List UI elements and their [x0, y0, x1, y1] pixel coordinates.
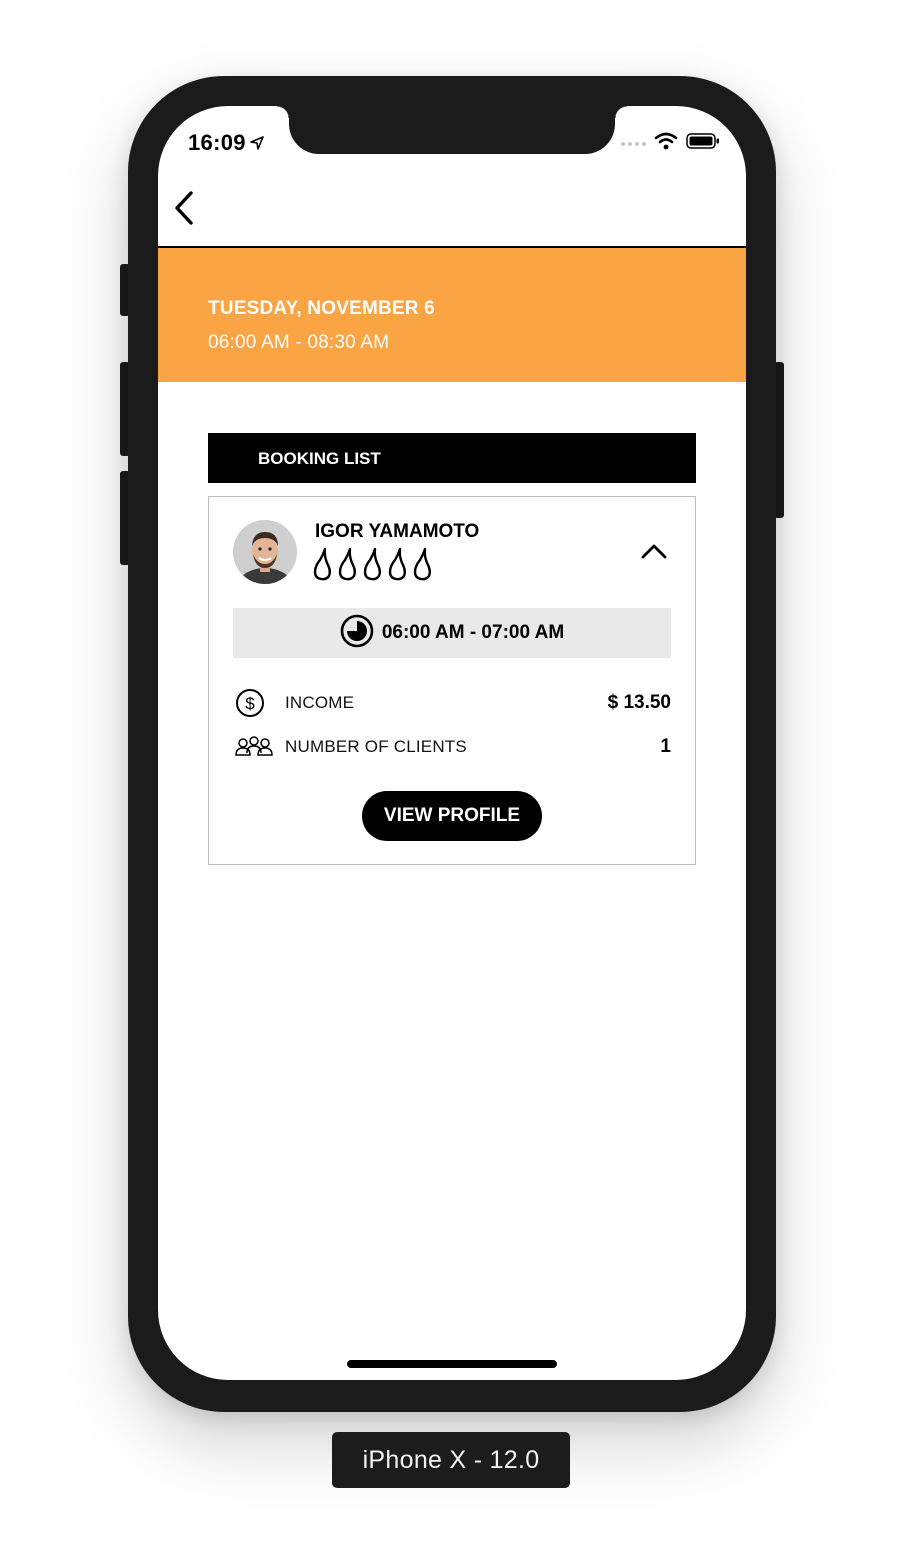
booking-list-title: BOOKING LIST [258, 449, 381, 468]
view-profile-button[interactable]: VIEW PROFILE [362, 791, 542, 841]
client-rating [313, 547, 432, 586]
svg-text:$: $ [245, 694, 255, 713]
time-slot-text: 06:00 AM - 07:00 AM [381, 622, 565, 643]
cellular-signal-icon [621, 141, 646, 146]
back-button[interactable] [166, 190, 202, 230]
booking-card: IGOR YAMAMOTO 06:00 AM - 07:00 AM $ INCO… [208, 496, 696, 865]
clients-value: 1 [660, 736, 671, 757]
drop-icon [388, 547, 407, 586]
income-row: $ INCOME $ 13.50 [235, 688, 671, 718]
date-banner: TUESDAY, NOVEMBER 6 06:00 AM - 08:30 AM [158, 248, 746, 382]
dollar-circle-icon: $ [235, 688, 273, 718]
income-value: $ 13.50 [607, 692, 671, 713]
wifi-icon [654, 132, 678, 155]
chevron-up-icon [641, 543, 667, 564]
income-label: INCOME [285, 693, 355, 712]
booking-time-range: 06:00 AM - 08:30 AM [208, 332, 390, 353]
clock-icon [340, 614, 374, 653]
client-name: IGOR YAMAMOTO [315, 521, 480, 542]
clients-label: NUMBER OF CLIENTS [285, 737, 467, 756]
battery-icon [686, 132, 720, 155]
location-arrow-icon [249, 130, 264, 156]
phone-screen: 16:09 TUESDAY, NOVEMBER 6 06:00 AM - 08:… [158, 106, 746, 1380]
drop-icon [413, 547, 432, 586]
collapse-button[interactable] [639, 541, 669, 565]
drop-icon [313, 547, 332, 586]
navigation-bar [158, 176, 746, 248]
drop-icon [338, 547, 357, 586]
home-indicator[interactable] [347, 1360, 557, 1368]
device-caption: iPhone X - 12.0 [332, 1432, 570, 1488]
status-indicators [621, 132, 720, 155]
booking-list-header: BOOKING LIST [208, 433, 696, 483]
booking-date: TUESDAY, NOVEMBER 6 [208, 298, 435, 319]
notch [277, 106, 627, 154]
time-slot: 06:00 AM - 07:00 AM [233, 608, 671, 658]
avatar[interactable] [233, 520, 297, 584]
status-time: 16:09 [188, 130, 264, 156]
drop-icon [363, 547, 382, 586]
clients-row: NUMBER OF CLIENTS 1 [235, 732, 671, 762]
chevron-left-icon [173, 190, 195, 231]
simulator-stage: 16:09 TUESDAY, NOVEMBER 6 06:00 AM - 08:… [0, 0, 904, 1560]
status-time-text: 16:09 [188, 130, 246, 155]
group-icon [235, 732, 273, 762]
